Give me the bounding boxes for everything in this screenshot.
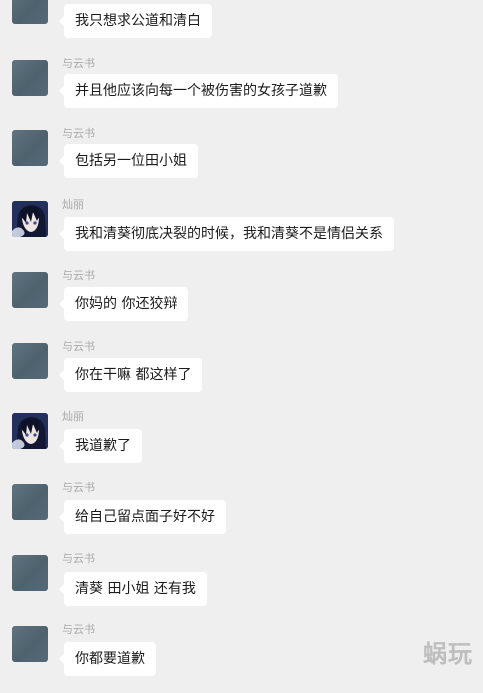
sender-name: 灿丽 bbox=[62, 198, 84, 211]
avatar[interactable] bbox=[12, 413, 48, 449]
chat-message: 与云书 包括另一位田小姐 bbox=[0, 127, 483, 197]
message-bubble: 我和清葵彻底决裂的时候，我和清葵不是情侣关系 bbox=[59, 217, 394, 251]
avatar[interactable] bbox=[12, 484, 48, 520]
chat-message: 与云书 你妈的 你还狡辩 bbox=[0, 269, 483, 339]
sender-name: 与云书 bbox=[62, 340, 95, 353]
anime-avatar-icon bbox=[12, 201, 48, 237]
avatar[interactable] bbox=[12, 555, 48, 591]
chat-message: 与云书 清葵 田小姐 还有我 bbox=[0, 552, 483, 622]
chat-message: 与云书 你都要道歉 bbox=[0, 623, 483, 693]
message-bubble: 清葵 田小姐 还有我 bbox=[59, 572, 207, 606]
avatar[interactable] bbox=[12, 0, 48, 24]
sender-name: 与云书 bbox=[62, 57, 95, 70]
avatar[interactable] bbox=[12, 343, 48, 379]
message-bubble: 你妈的 你还狡辩 bbox=[58, 287, 189, 321]
anime-avatar-icon bbox=[12, 413, 48, 449]
sender-name: 与云书 bbox=[62, 623, 95, 636]
avatar[interactable] bbox=[12, 60, 48, 96]
chat-message: 我只想求公道和清白 bbox=[0, 0, 483, 58]
sender-name: 灿丽 bbox=[62, 410, 84, 423]
message-bubble: 包括另一位田小姐 bbox=[59, 144, 198, 178]
chat-message: 灿丽 我和清葵彻底决裂的时候，我和清葵不是情侣关系 bbox=[0, 198, 483, 268]
message-bubble: 我只想求公道和清白 bbox=[59, 4, 212, 38]
sender-name: 与云书 bbox=[62, 269, 95, 282]
chat-message: 与云书 并且他应该向每一个被伤害的女孩子道歉 bbox=[0, 57, 483, 127]
chat-message: 与云书 你在干嘛 都这样了 bbox=[0, 340, 483, 410]
avatar[interactable] bbox=[12, 272, 48, 308]
avatar[interactable] bbox=[12, 201, 48, 237]
avatar[interactable] bbox=[12, 626, 48, 662]
watermark-logo: 蜗玩 bbox=[423, 640, 473, 668]
message-bubble: 给自己留点面子好不好 bbox=[59, 500, 226, 534]
message-bubble: 我道歉了 bbox=[59, 429, 142, 463]
message-bubble: 你在干嘛 都这样了 bbox=[58, 358, 203, 392]
sender-name: 与云书 bbox=[62, 127, 95, 140]
message-bubble: 并且他应该向每一个被伤害的女孩子道歉 bbox=[59, 74, 338, 108]
sender-name: 与云书 bbox=[62, 481, 95, 494]
chat-message: 灿丽 我道歉了 bbox=[0, 410, 483, 480]
avatar[interactable] bbox=[12, 130, 48, 166]
chat-message: 与云书 给自己留点面子好不好 bbox=[0, 481, 483, 551]
message-bubble: 你都要道歉 bbox=[59, 642, 156, 676]
sender-name: 与云书 bbox=[62, 552, 95, 565]
